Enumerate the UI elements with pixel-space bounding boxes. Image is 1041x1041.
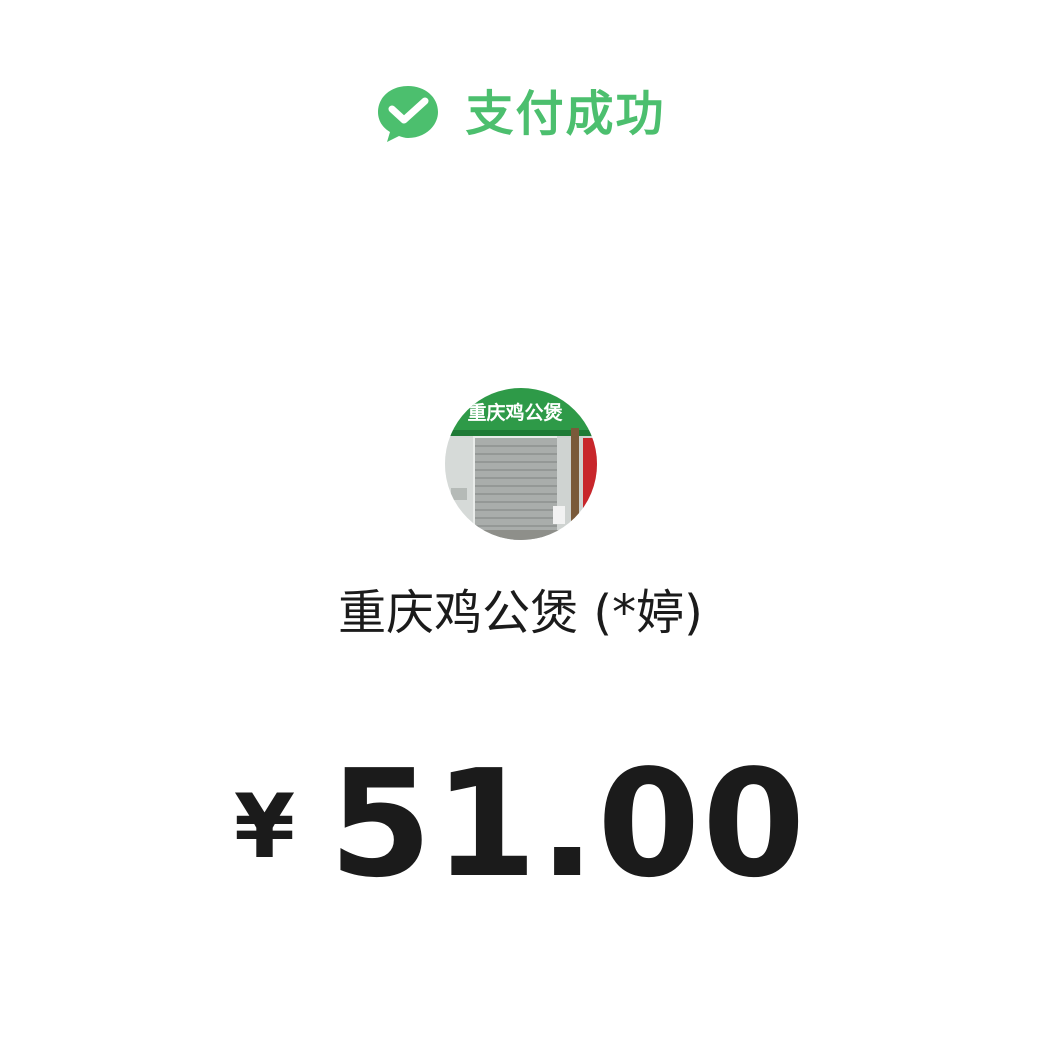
wechat-pay-success-icon: [378, 86, 439, 142]
shop-sign-text: 重庆鸡公煲: [467, 401, 563, 424]
payment-status-text: 支付成功: [465, 86, 666, 142]
payment-status: 支付成功: [0, 76, 1041, 152]
payment-amount: ¥ 51.00: [0, 750, 1041, 900]
merchant-name: 重庆鸡公煲 (*婷): [338, 585, 703, 641]
currency-symbol: ¥: [233, 775, 296, 878]
amount-value: 51.00: [329, 738, 808, 910]
merchant-avatar: 重庆鸡公煲: [445, 388, 597, 540]
storefront-photo: 重庆鸡公煲: [445, 388, 597, 540]
